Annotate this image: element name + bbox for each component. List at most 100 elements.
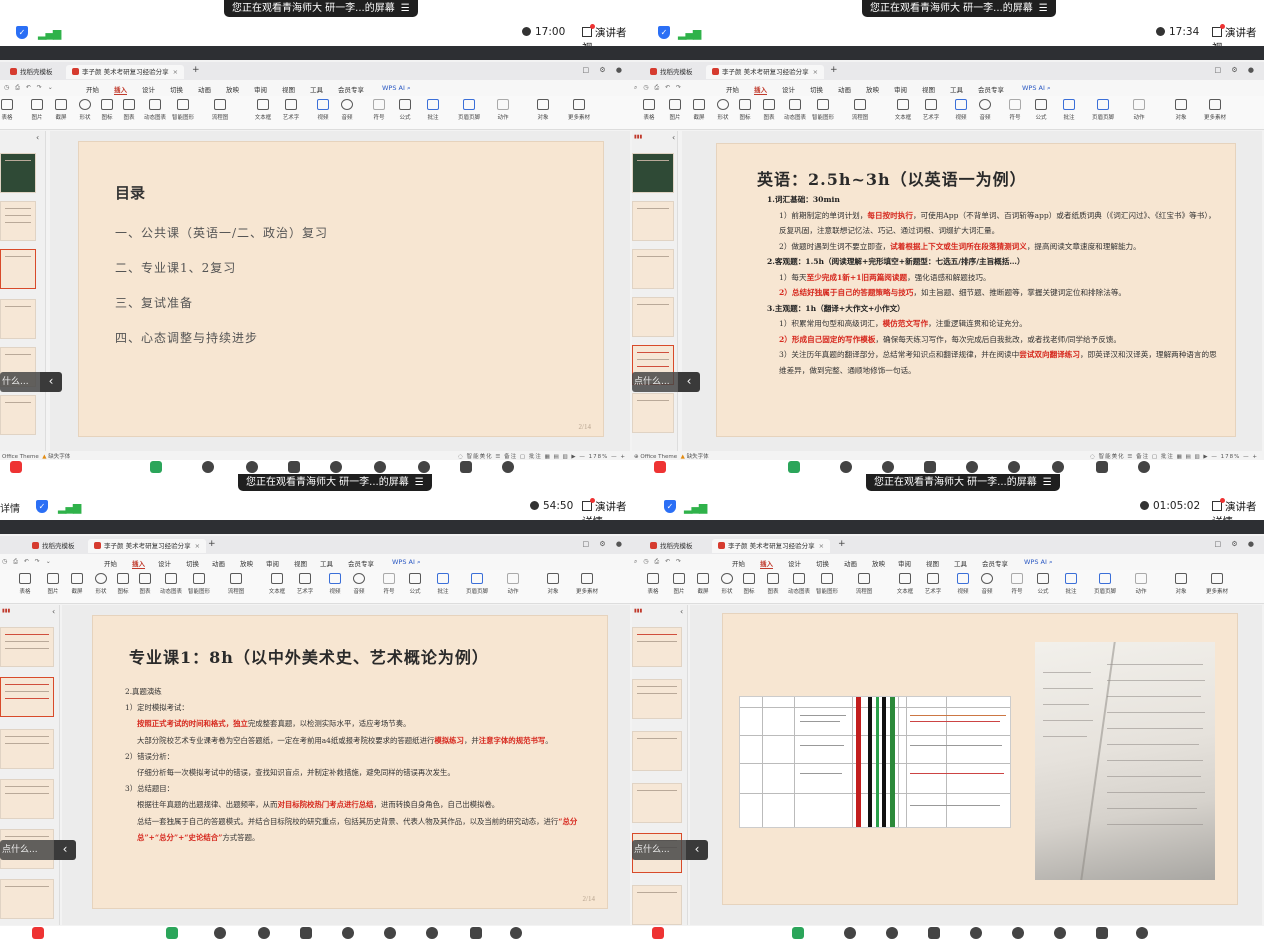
- record-icon[interactable]: [328, 460, 344, 474]
- ribbon-comment[interactable]: 批注: [430, 573, 456, 595]
- mute-mic-icon[interactable]: [650, 926, 666, 940]
- slide-thumb-6[interactable]: [632, 885, 682, 925]
- members-icon[interactable]: [244, 460, 260, 474]
- menu-start[interactable]: 开始: [732, 558, 745, 568]
- ribbon-header-footer[interactable]: 页眉页脚: [452, 99, 486, 121]
- reaction-icon[interactable]: [1010, 926, 1026, 940]
- mute-mic-icon[interactable]: [8, 460, 24, 474]
- menu-view[interactable]: 视图: [926, 558, 939, 568]
- menu-design[interactable]: 设计: [142, 84, 155, 94]
- ribbon-wordart[interactable]: 艺术字: [292, 573, 318, 595]
- ribbon-chart[interactable]: 图表: [116, 99, 142, 121]
- close-tab-icon[interactable]: ×: [813, 68, 818, 76]
- ai-assistant-icon[interactable]: [1050, 460, 1066, 474]
- menu-vip[interactable]: 会员专享: [978, 84, 1004, 94]
- slide-thumb-3[interactable]: [0, 249, 36, 289]
- ribbon-icon[interactable]: 图标: [732, 99, 758, 121]
- slide-thumb-4[interactable]: [0, 299, 36, 339]
- ribbon-formula[interactable]: 公式: [1028, 99, 1054, 121]
- menu-vip[interactable]: 会员专享: [982, 558, 1008, 568]
- ribbon-symbol[interactable]: 符号: [376, 573, 402, 595]
- share-screen-icon[interactable]: [786, 460, 802, 474]
- ribbon-object[interactable]: 对象: [1168, 573, 1194, 595]
- menu-insert[interactable]: 插入: [114, 84, 127, 95]
- chat-icon[interactable]: [922, 460, 938, 474]
- chevron-left-icon[interactable]: ‹: [678, 372, 700, 392]
- slide-canvas[interactable]: [722, 613, 1238, 905]
- ribbon-formula[interactable]: 公式: [402, 573, 428, 595]
- ribbon-table[interactable]: 表格: [636, 99, 662, 121]
- security-shield-icon[interactable]: ✓: [36, 500, 48, 513]
- slide-thumbnail-panel[interactable]: ▮▮▮ ‹: [632, 605, 688, 925]
- menu-review[interactable]: 审阅: [898, 558, 911, 568]
- menu-animation[interactable]: 动画: [198, 84, 211, 94]
- participants-icon[interactable]: [838, 460, 854, 474]
- ribbon-header-footer[interactable]: 页眉页脚: [460, 573, 494, 595]
- ribbon-smartart[interactable]: 智能图形: [186, 573, 212, 595]
- wps-ai-button[interactable]: WPS AI ⌕: [1022, 84, 1051, 93]
- menu-vip[interactable]: 会员专享: [338, 84, 364, 94]
- slide-thumb-1[interactable]: [632, 627, 682, 667]
- record-icon[interactable]: [968, 926, 984, 940]
- slide-thumb-2[interactable]: [632, 201, 674, 241]
- mute-mic-icon[interactable]: [652, 460, 668, 474]
- quick-access-icons[interactable]: ◷ ⎙ ↶ ↷ ⌄: [2, 558, 53, 566]
- slide-thumbnail-panel[interactable]: ‹: [0, 131, 46, 451]
- menu-transition[interactable]: 切换: [810, 84, 823, 94]
- menu-design[interactable]: 设计: [158, 558, 171, 568]
- menu-slideshow[interactable]: 放映: [226, 84, 239, 94]
- slide-thumb-6[interactable]: [0, 395, 36, 435]
- ribbon-audio[interactable]: 音频: [334, 99, 360, 121]
- mute-mic-icon[interactable]: [30, 926, 46, 940]
- chevron-left-icon[interactable]: ‹: [40, 372, 62, 392]
- slide-thumb-4[interactable]: [632, 783, 682, 823]
- menu-tools[interactable]: 工具: [950, 84, 963, 94]
- chevron-left-icon[interactable]: ‹: [686, 840, 708, 860]
- menu-view[interactable]: 视图: [922, 84, 935, 94]
- ribbon-action[interactable]: 动作: [490, 99, 516, 121]
- slide-canvas[interactable]: 英语：2.5h~3h（以英语一为例） 1.词汇基础：30min 1）前期制定的单…: [716, 143, 1236, 437]
- ai-assistant-icon[interactable]: [416, 460, 432, 474]
- details-label[interactable]: 详情: [0, 500, 20, 515]
- menu-view[interactable]: 视图: [294, 558, 307, 568]
- tab-document[interactable]: 李子颜 美术考研复习经验分享 ×: [88, 539, 207, 553]
- collapse-panel-icon[interactable]: ‹: [680, 607, 683, 616]
- ribbon-flowchart[interactable]: 流程图: [844, 573, 884, 595]
- members-icon[interactable]: [256, 926, 272, 940]
- ribbon-more-materials[interactable]: 更多素材: [562, 99, 596, 121]
- slide-canvas[interactable]: 专业课1：8h（以中外美术史、艺术概论为例） 2.真题演练 1）定时模拟考试： …: [92, 615, 608, 909]
- menu-icon[interactable]: ☰: [1039, 3, 1048, 14]
- ribbon-textbox[interactable]: 文本框: [892, 573, 918, 595]
- search-overlay[interactable]: 点什么...: [0, 840, 54, 860]
- slide-thumb-1[interactable]: [632, 153, 674, 193]
- ribbon-picture[interactable]: 图片: [24, 99, 50, 121]
- reaction-icon[interactable]: [382, 926, 398, 940]
- quick-access-icons[interactable]: ◷ ⎙ ↶ ↷ ⌄: [4, 84, 55, 92]
- slide-thumb-3[interactable]: [632, 249, 674, 289]
- ribbon-more-materials[interactable]: 更多素材: [1198, 99, 1232, 121]
- search-overlay[interactable]: 点什么...: [632, 840, 686, 860]
- participants-icon[interactable]: [842, 926, 858, 940]
- chevron-left-icon[interactable]: ‹: [54, 840, 76, 860]
- tab-document[interactable]: 李子颜 美术考研复习经验分享 ×: [66, 65, 185, 79]
- ribbon-video[interactable]: 视频: [322, 573, 348, 595]
- settings-icon[interactable]: [1136, 460, 1152, 474]
- menu-icon[interactable]: ☰: [415, 477, 424, 488]
- menu-insert[interactable]: 插入: [132, 558, 145, 569]
- window-controls[interactable]: □ ⚙ ●: [583, 66, 626, 74]
- collapse-panel-icon[interactable]: ‹: [52, 607, 55, 616]
- ribbon-dynamic-chart[interactable]: 动态图表: [158, 573, 184, 595]
- slide-thumb-2[interactable]: [632, 679, 682, 719]
- ribbon-action[interactable]: 动作: [1128, 573, 1154, 595]
- ribbon-symbol[interactable]: 符号: [1002, 99, 1028, 121]
- ribbon-smartart[interactable]: 智能图形: [170, 99, 196, 121]
- ribbon-textbox[interactable]: 文本框: [264, 573, 290, 595]
- ai-assistant-icon[interactable]: [1052, 926, 1068, 940]
- ribbon-dynamic-chart[interactable]: 动态图表: [782, 99, 808, 121]
- menu-tools[interactable]: 工具: [310, 84, 323, 94]
- ribbon-flowchart[interactable]: 流程图: [200, 99, 240, 121]
- chat-icon[interactable]: [298, 926, 314, 940]
- ribbon-wordart[interactable]: 艺术字: [278, 99, 304, 121]
- menu-slideshow[interactable]: 放映: [866, 84, 879, 94]
- ribbon-picture[interactable]: 图片: [666, 573, 692, 595]
